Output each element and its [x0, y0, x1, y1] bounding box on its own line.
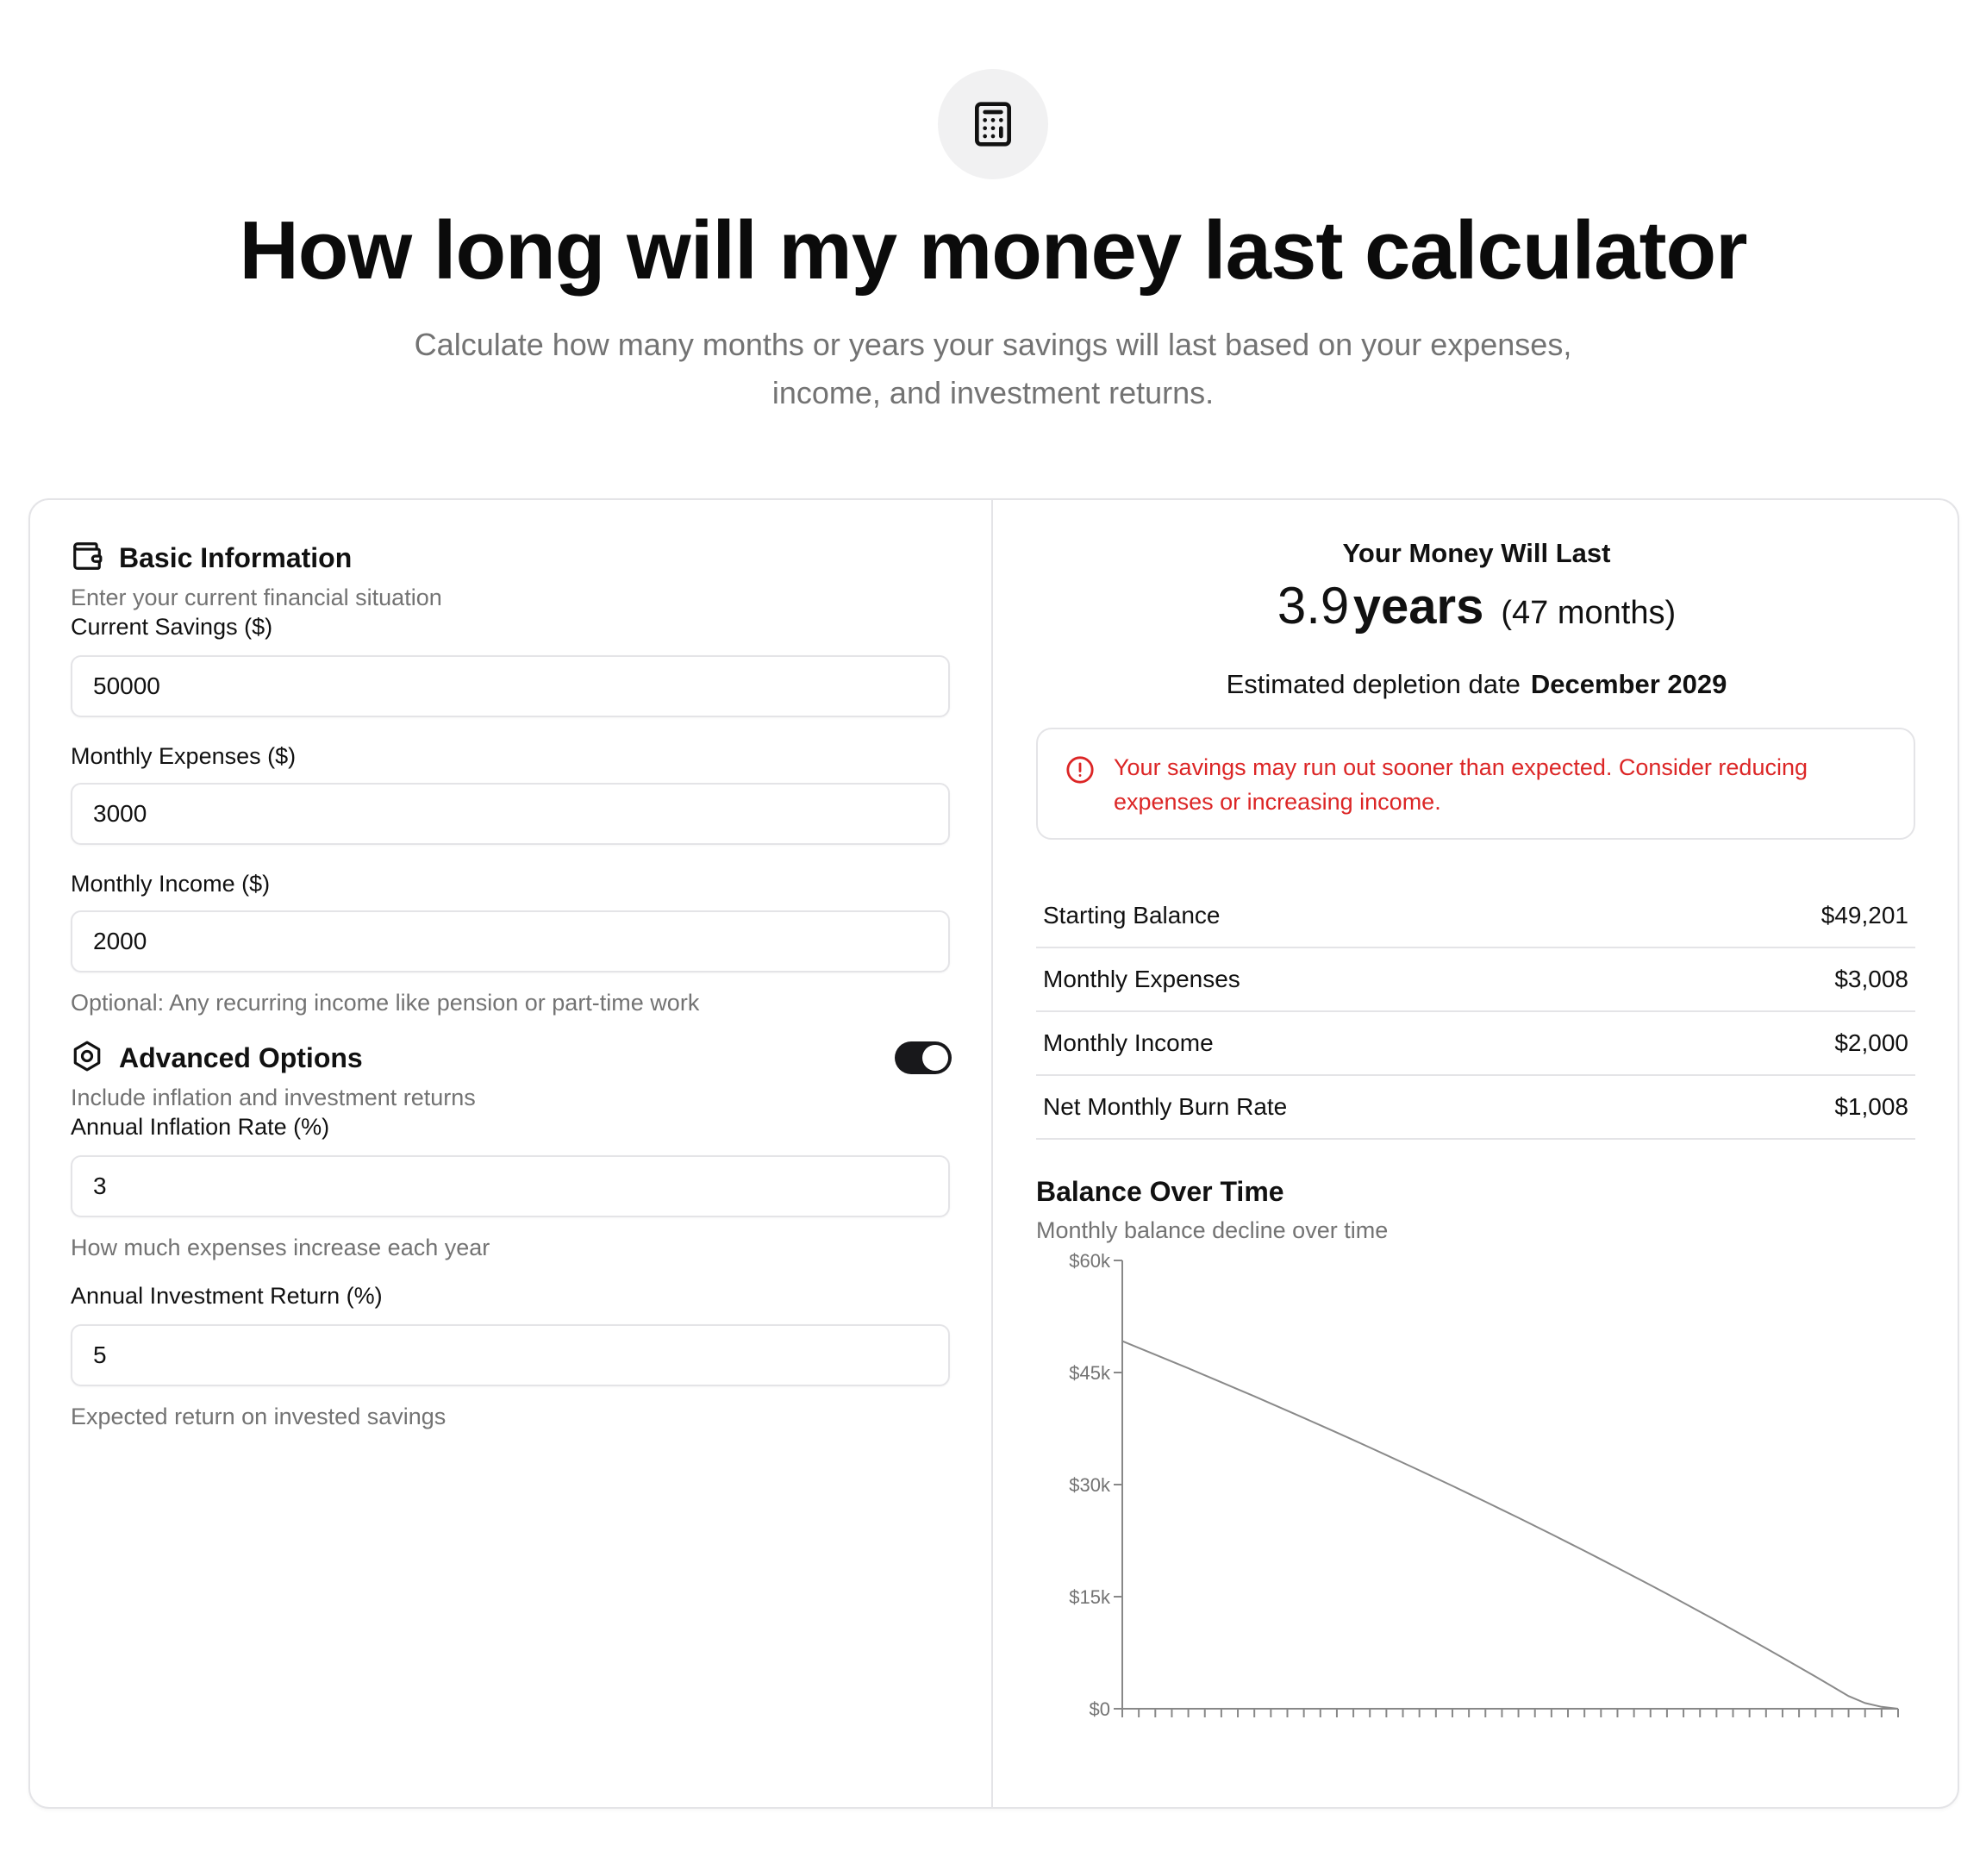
depletion-label: Estimated depletion date — [1226, 669, 1521, 699]
basic-info-title: Basic Information — [119, 542, 353, 573]
summary-value: $1,008 — [1834, 1093, 1908, 1120]
basic-info-description: Enter your current financial situation — [71, 585, 442, 610]
inflation-rate-label: Annual Inflation Rate (%) — [71, 1114, 330, 1140]
advanced-options-toggle[interactable] — [895, 1041, 952, 1074]
summary-row-monthly-expenses: Monthly Expenses $3,008 — [1036, 948, 1915, 1012]
summary-label: Monthly Income — [1043, 1029, 1214, 1056]
years-number: 3.9 — [1277, 577, 1350, 635]
wallet-icon — [71, 540, 103, 577]
monthly-expenses-input[interactable]: 3000 — [71, 783, 950, 845]
calculator-icon — [938, 69, 1048, 179]
chart-title: Balance Over Time — [1036, 1176, 1284, 1207]
chart-subtitle: Monthly balance decline over time — [1036, 1217, 1389, 1243]
depletion-date-line: Estimated depletion date December 2029 — [993, 669, 1960, 700]
summary-value: $2,000 — [1834, 1029, 1908, 1056]
inflation-rate-input[interactable]: 3 — [71, 1155, 950, 1217]
summary-label: Starting Balance — [1043, 902, 1221, 929]
current-savings-input[interactable]: 50000 — [71, 655, 950, 717]
summary-row-starting-balance: Starting Balance $49,201 — [1036, 885, 1915, 948]
monthly-expenses-label: Monthly Expenses ($) — [71, 743, 297, 769]
page: How long will my money last calculator C… — [0, 0, 1986, 1876]
y-tick-label: $30k — [1069, 1474, 1111, 1496]
results-duration: 3.9 years (47 months) — [993, 576, 1960, 635]
alert-message: Your savings may run out sooner than exp… — [1114, 754, 1808, 815]
hexagon-settings-icon — [71, 1040, 103, 1077]
summary-row-monthly-income: Monthly Income $2,000 — [1036, 1012, 1915, 1076]
balance-line — [1121, 1340, 1899, 1710]
investment-return-input[interactable]: 5 — [71, 1324, 950, 1386]
summary-value: $3,008 — [1834, 966, 1908, 992]
results-heading: Your Money Will Last — [1342, 538, 1611, 568]
summary-label: Monthly Expenses — [1043, 966, 1240, 992]
inflation-rate-help: How much expenses increase each year — [71, 1235, 490, 1260]
page-subtitle: Calculate how many months or years your … — [390, 321, 1596, 417]
advanced-options-header: Advanced Options — [71, 1040, 363, 1077]
summary-value: $49,201 — [1820, 902, 1908, 929]
y-tick-label: $15k — [1069, 1586, 1111, 1608]
summary-row-net-burn-rate: Net Monthly Burn Rate $1,008 — [1036, 1076, 1915, 1140]
advanced-options-title: Advanced Options — [119, 1042, 363, 1073]
balance-chart: $0 $15k $30k $45k $60k — [1069, 1250, 1899, 1720]
basic-info-header: Basic Information — [71, 540, 352, 577]
summary-label: Net Monthly Burn Rate — [1043, 1093, 1288, 1120]
y-tick-label: $60k — [1069, 1250, 1111, 1272]
investment-return-label: Annual Investment Return (%) — [71, 1283, 383, 1309]
monthly-income-label: Monthly Income ($) — [71, 871, 271, 897]
depletion-date: December 2029 — [1530, 669, 1727, 699]
subtitle-line-1: Calculate how many months or years your … — [414, 327, 1572, 362]
months-count: (47 months) — [1501, 595, 1677, 631]
alert-circle-icon — [1065, 755, 1095, 789]
monthly-income-input[interactable]: 2000 — [71, 910, 950, 972]
subtitle-line-2: income, and investment returns. — [771, 375, 1215, 410]
monthly-income-help: Optional: Any recurring income like pens… — [71, 990, 700, 1016]
toggle-knob — [922, 1045, 948, 1071]
years-unit: years — [1352, 578, 1484, 635]
y-tick-label: $0 — [1090, 1698, 1110, 1720]
page-title: How long will my money last calculator — [239, 204, 1747, 297]
warning-alert: Your savings may run out sooner than exp… — [1036, 728, 1915, 840]
advanced-options-description: Include inflation and investment returns — [71, 1085, 476, 1110]
current-savings-label: Current Savings ($) — [71, 614, 273, 640]
y-tick-label: $45k — [1069, 1362, 1111, 1384]
investment-return-help: Expected return on invested savings — [71, 1404, 447, 1429]
